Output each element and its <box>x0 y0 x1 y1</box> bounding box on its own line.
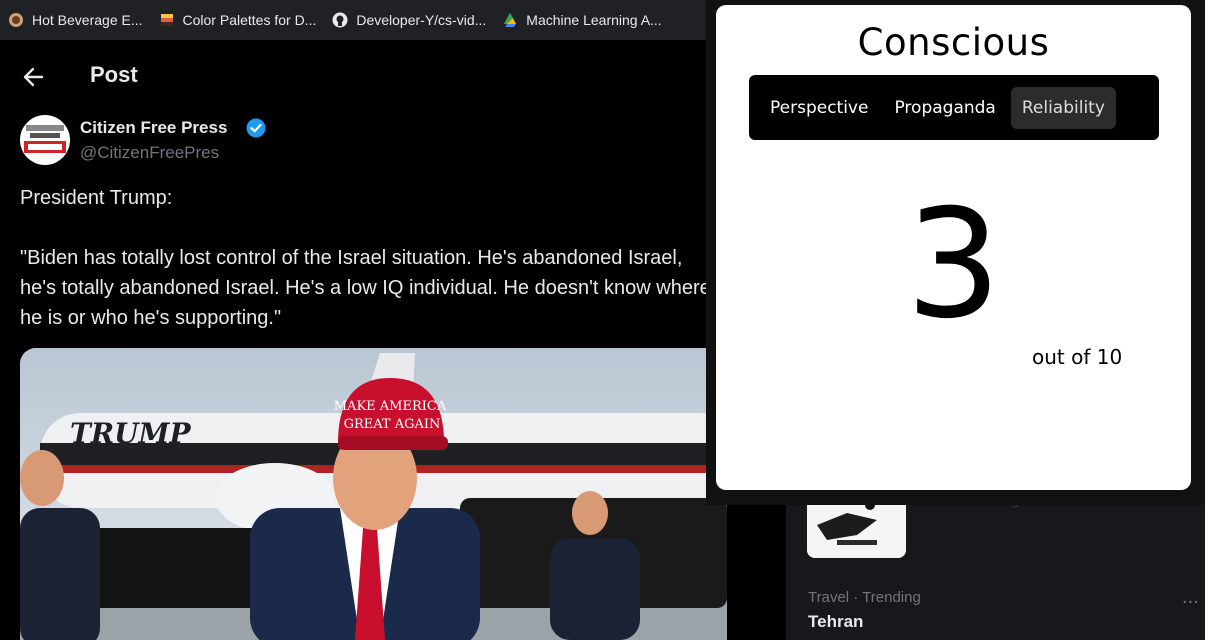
tab-propaganda[interactable]: Propaganda <box>883 87 1006 129</box>
tab-reliability[interactable]: Reliability <box>1010 86 1116 129</box>
popup-title: Conscious <box>857 21 1050 64</box>
avatar[interactable] <box>20 115 70 165</box>
reliability-score: 3 <box>905 178 1002 352</box>
hat-line1: MAKE AMERICA <box>334 399 447 414</box>
bookmark-label: Hot Beverage E... <box>32 12 143 28</box>
score-unit: out of 10 <box>1032 345 1123 369</box>
hat-line2: GREAT AGAIN <box>344 417 441 432</box>
tab-perspective[interactable]: Perspective <box>759 87 879 129</box>
verified-badge-icon <box>246 118 266 138</box>
arrow-left-icon <box>23 67 44 87</box>
bookmark-label: Developer-Y/cs-vid... <box>356 12 487 28</box>
post-media-image[interactable]: TRUMP MAKE AMERICA GREAT AGAIN <box>20 348 727 640</box>
conscious-tabs: Perspective Propaganda Reliability <box>749 75 1159 140</box>
author-name[interactable]: Citizen Free Press <box>80 118 227 138</box>
back-button[interactable] <box>20 66 46 88</box>
github-icon <box>332 12 348 28</box>
bookmark-color-palettes[interactable]: Color Palettes for D... <box>151 0 325 40</box>
conscious-popup: Conscious Perspective Propaganda Reliabi… <box>716 5 1191 490</box>
author-handle[interactable]: @CitizenFreePres <box>80 143 219 163</box>
trend-category: Travel · Trending <box>808 589 921 606</box>
bookmark-machine-learning[interactable]: Machine Learning A... <box>494 0 669 40</box>
coffee-cup-icon <box>8 12 24 28</box>
trend-name[interactable]: Tehran <box>808 612 863 632</box>
bookmark-label: Color Palettes for D... <box>182 12 317 28</box>
post-author: Citizen Free Press @CitizenFreePres <box>20 115 700 167</box>
trending-panel: · This morning Travel · Trending Tehran … <box>786 490 1205 640</box>
page-title: Post <box>90 62 138 87</box>
bookmark-label: Machine Learning A... <box>526 12 662 28</box>
more-options-icon[interactable]: ··· <box>1182 592 1199 613</box>
drive-icon <box>502 12 518 28</box>
post-header: Post <box>0 48 720 106</box>
palette-icon <box>159 12 175 28</box>
bookmark-hot-beverage[interactable]: Hot Beverage E... <box>0 0 151 40</box>
bookmark-github[interactable]: Developer-Y/cs-vid... <box>324 0 494 40</box>
plane-label: TRUMP <box>70 417 192 450</box>
post-text: President Trump: "Biden has totally lost… <box>20 187 711 329</box>
